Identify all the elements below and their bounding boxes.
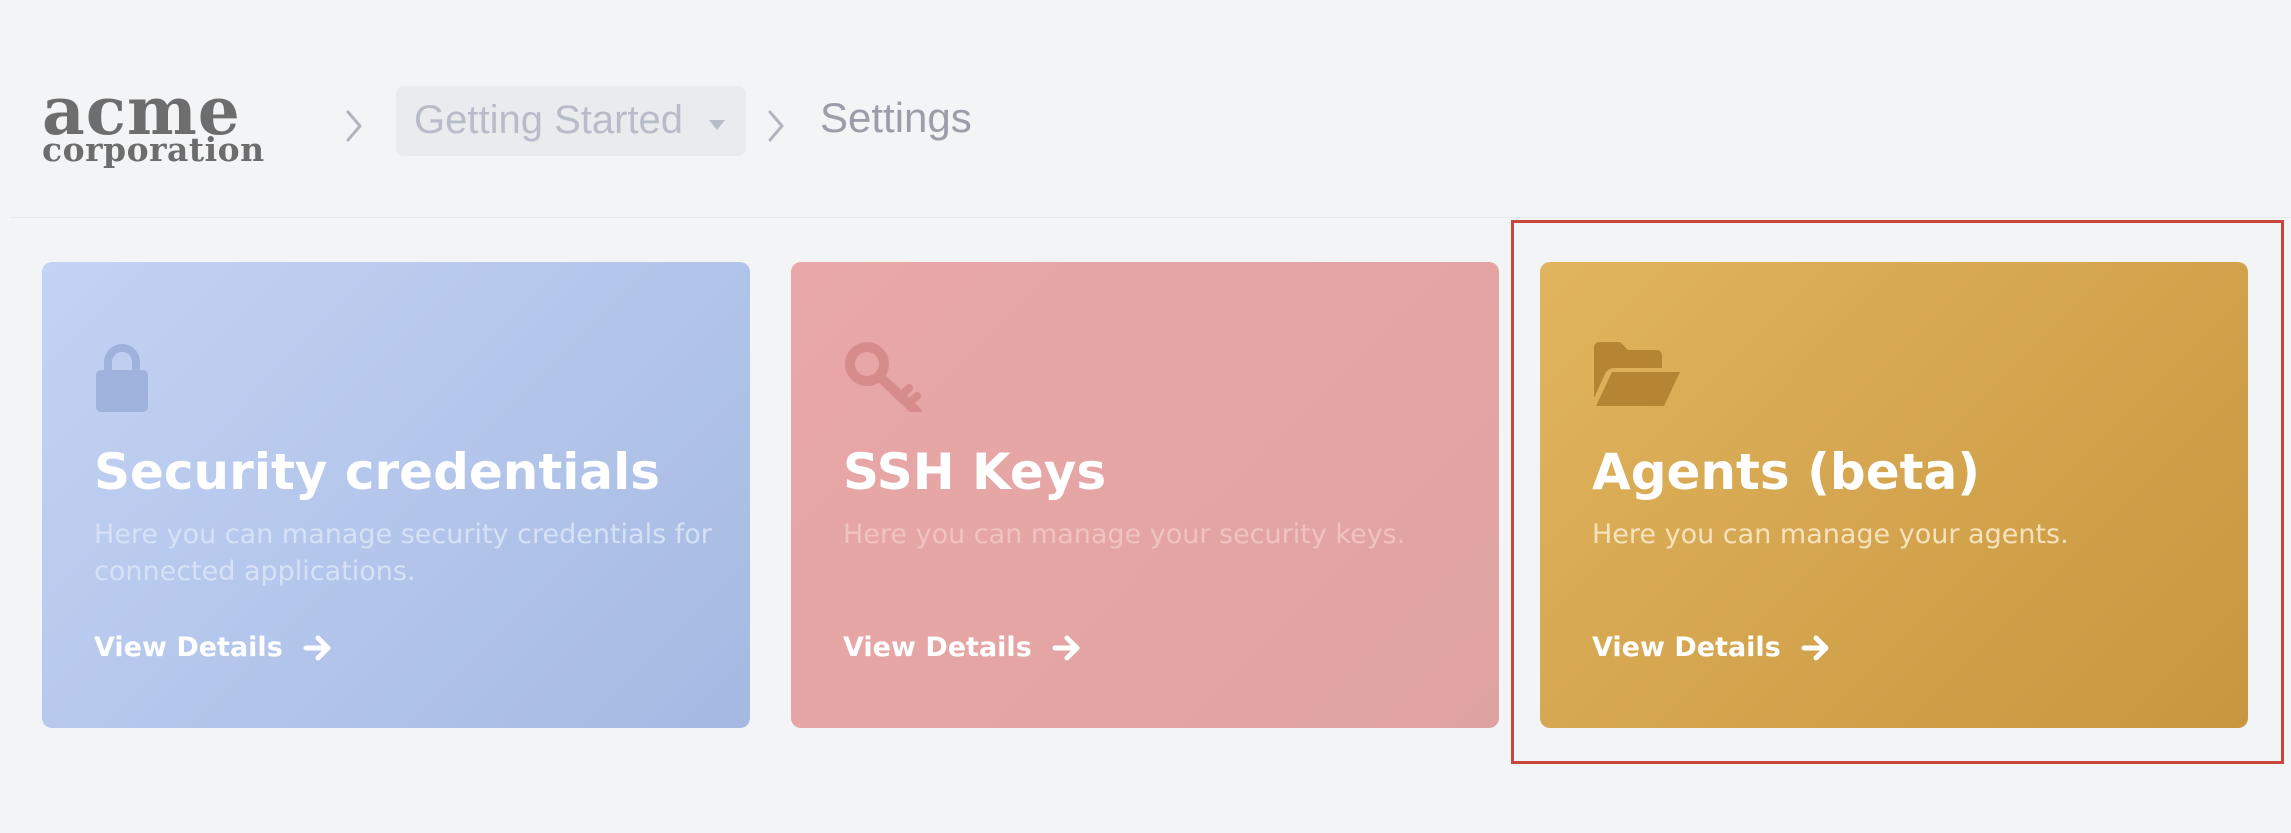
breadcrumb-chevron-icon <box>764 106 788 146</box>
security-credentials-card[interactable]: Security credentials Here you can manage… <box>42 262 750 728</box>
arrow-right-icon <box>303 634 333 662</box>
view-details-link[interactable]: View Details <box>843 626 1082 670</box>
arrow-right-icon <box>1052 634 1082 662</box>
top-header: acme corporation Getting Started Setting… <box>0 0 2291 218</box>
view-details-label: View Details <box>1592 632 1781 663</box>
breadcrumb-getting-started-label: Getting Started <box>414 98 684 142</box>
caret-down-icon <box>708 116 726 130</box>
breadcrumb-getting-started-dropdown[interactable]: Getting Started <box>396 86 746 156</box>
view-details-link[interactable]: View Details <box>1592 626 1831 670</box>
view-details-label: View Details <box>843 632 1032 663</box>
card-description: Here you can manage security credentials… <box>94 519 712 587</box>
breadcrumb-chevron-icon <box>342 106 366 146</box>
folder-open-icon <box>1592 340 1684 412</box>
card-title: Security credentials <box>94 443 661 501</box>
ssh-keys-card[interactable]: SSH Keys Here you can manage your securi… <box>791 262 1499 728</box>
card-description: Here you can manage your security keys. <box>843 519 1406 550</box>
arrow-right-icon <box>1801 634 1831 662</box>
view-details-label: View Details <box>94 632 283 663</box>
header-divider <box>10 217 2291 218</box>
lock-icon <box>94 340 186 412</box>
acme-logo[interactable]: acme corporation <box>42 78 322 170</box>
breadcrumb-current-page: Settings <box>820 94 972 141</box>
key-icon <box>843 340 935 412</box>
view-details-link[interactable]: View Details <box>94 626 333 670</box>
card-description: Here you can manage your agents. <box>1592 519 2069 550</box>
logo-subtitle: corporation <box>42 130 265 169</box>
agents-beta-card[interactable]: Agents (beta) Here you can manage your a… <box>1540 262 2248 728</box>
card-title: SSH Keys <box>843 443 1107 501</box>
card-title: Agents (beta) <box>1592 443 1981 501</box>
